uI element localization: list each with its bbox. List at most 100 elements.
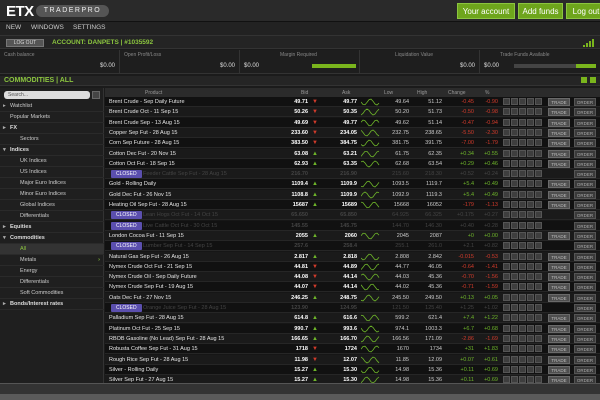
ask-price[interactable]: 63.21 [317, 151, 357, 157]
table-row[interactable]: CLOSED Lean Hogs Oct Fut - 14 Oct 15 65.65… [105, 210, 600, 221]
watch-icon[interactable] [527, 304, 534, 311]
alert-icon[interactable] [519, 231, 526, 239]
chart-icon[interactable] [511, 201, 518, 208]
order-button[interactable]: ORDER [574, 355, 596, 364]
order-button[interactable]: ORDER [574, 293, 596, 302]
alert-icon[interactable] [519, 365, 526, 373]
chart-icon[interactable] [511, 231, 518, 239]
ask-price[interactable]: 2060 [317, 233, 357, 239]
trade-button[interactable]: TRADE [548, 201, 570, 209]
table-row[interactable]: Nymex Crude Sep Fut - 19 Aug 15 44.07 ▼ 44.… [105, 282, 600, 293]
flag-icon[interactable] [535, 211, 542, 219]
watch-icon[interactable] [527, 108, 534, 116]
alert-icon[interactable] [519, 159, 526, 167]
order-button[interactable]: ORDER [574, 190, 596, 199]
order-button[interactable]: ORDER [574, 170, 596, 179]
alert-icon[interactable] [519, 355, 526, 363]
chart-icon[interactable] [511, 170, 518, 178]
flag-icon[interactable] [535, 139, 542, 147]
watch-icon[interactable] [527, 139, 534, 147]
info-icon[interactable] [503, 273, 510, 281]
table-row[interactable]: RBOB Gasoline (No Lead) Sep Fut - 28 Aug… [105, 333, 600, 344]
info-icon[interactable] [503, 314, 510, 322]
trade-button[interactable]: TRADE [548, 128, 570, 137]
ask-price[interactable]: 15689 [317, 202, 357, 208]
search-icon[interactable] [92, 91, 100, 99]
ask-price[interactable]: 12.07 [317, 357, 357, 363]
sidebar-item-soft-commodities[interactable]: Soft Commodities [0, 288, 104, 299]
order-button[interactable]: ORDER [574, 304, 596, 312]
watch-icon[interactable] [527, 201, 534, 208]
chart-icon[interactable] [511, 355, 518, 363]
chart-icon[interactable] [511, 128, 518, 136]
info-icon[interactable] [503, 334, 510, 342]
order-button[interactable]: ORDER [574, 159, 596, 168]
table-row[interactable]: Oats Dec Fut - 27 Nov 15 246.25 ▲ 248.75 245… [105, 292, 600, 303]
trade-button[interactable]: TRADE [548, 98, 570, 106]
info-icon[interactable] [503, 211, 510, 219]
info-icon[interactable] [503, 345, 510, 353]
table-row[interactable]: Brent Crude Sep - 13 Aug 15 49.69 ▼ 49.77 49… [105, 117, 600, 128]
table-row[interactable]: Natural Gas Sep Fut - 26 Aug 15 2.817 ▲ 2.8… [105, 251, 600, 262]
order-button[interactable]: ORDER [574, 211, 596, 220]
chart-icon[interactable] [511, 334, 518, 342]
sidebar-item-differentials[interactable]: Differentials [0, 211, 104, 222]
trade-button[interactable]: TRADE [548, 283, 570, 292]
info-icon[interactable] [503, 201, 510, 208]
sidebar-item-commodities[interactable]: Commodities [0, 233, 104, 244]
alert-icon[interactable] [519, 108, 526, 116]
chart-icon[interactable] [511, 221, 518, 229]
flag-icon[interactable] [535, 170, 542, 178]
alert-icon[interactable] [519, 252, 526, 260]
watch-icon[interactable] [527, 190, 534, 198]
sidebar-item-differentials[interactable]: Differentials [0, 277, 104, 288]
table-row[interactable]: Platinum Oct Fut - 25 Sep 15 990.7 ▲ 993.6 9… [105, 323, 600, 334]
flag-icon[interactable] [535, 159, 542, 167]
chart-icon[interactable] [511, 139, 518, 147]
flag-icon[interactable] [535, 324, 542, 332]
ask-price[interactable]: 50.35 [317, 109, 357, 115]
info-icon[interactable] [503, 170, 510, 178]
flag-icon[interactable] [535, 128, 542, 136]
chart-icon[interactable] [511, 108, 518, 116]
flag-icon[interactable] [535, 355, 542, 363]
flag-icon[interactable] [535, 283, 542, 291]
ask-price[interactable]: 248.75 [317, 295, 357, 301]
order-button[interactable]: ORDER [574, 365, 596, 374]
sidebar-item-uk-indices[interactable]: UK Indices [0, 156, 104, 167]
watch-icon[interactable] [527, 128, 534, 136]
order-button[interactable]: ORDER [574, 273, 596, 282]
bid-price[interactable]: 1109.4 [268, 181, 308, 187]
chart-icon[interactable] [511, 242, 518, 250]
alert-icon[interactable] [519, 211, 526, 219]
flag-icon[interactable] [535, 293, 542, 301]
sidebar-item-indices[interactable]: Indices [0, 145, 104, 156]
trade-button[interactable]: TRADE [548, 108, 570, 117]
info-icon[interactable] [503, 293, 510, 301]
chart-icon[interactable] [511, 304, 518, 311]
your-account-button[interactable]: Your account [457, 3, 515, 19]
alert-icon[interactable] [519, 149, 526, 157]
info-icon[interactable] [503, 262, 510, 270]
chart-icon[interactable] [511, 283, 518, 291]
ask-price[interactable]: 2.818 [317, 254, 357, 260]
chart-icon[interactable] [511, 211, 518, 219]
sidebar-item-bonds-interest-rates[interactable]: Bonds/Interest rates [0, 299, 104, 310]
info-icon[interactable] [503, 118, 510, 126]
alert-icon[interactable] [519, 242, 526, 250]
table-row[interactable]: Rough Rice Sep Fut - 28 Aug 15 11.98 ▼ 12.0… [105, 354, 600, 365]
bid-price[interactable]: 1718 [268, 346, 308, 352]
sidebar-item-equities[interactable]: Equities [0, 222, 104, 233]
watch-icon[interactable] [527, 211, 534, 219]
order-button[interactable]: ORDER [574, 108, 596, 117]
chart-icon[interactable] [511, 159, 518, 167]
bid-price[interactable]: 49.69 [268, 120, 308, 126]
watch-icon[interactable] [527, 334, 534, 342]
bid-price[interactable]: 50.26 [268, 109, 308, 115]
sidebar-item-sectors[interactable]: Sectors [0, 134, 104, 145]
order-button[interactable]: ORDER [574, 98, 596, 106]
sidebar-item-us-indices[interactable]: US Indices [0, 167, 104, 178]
order-button[interactable]: ORDER [574, 262, 596, 271]
table-row[interactable]: Brent Crude Oct - 11 Sep 15 50.26 ▼ 50.35 50… [105, 107, 600, 118]
table-row[interactable]: Heating Oil Sep Fut - 28 Aug 15 15687 ▲ 156… [105, 200, 600, 210]
